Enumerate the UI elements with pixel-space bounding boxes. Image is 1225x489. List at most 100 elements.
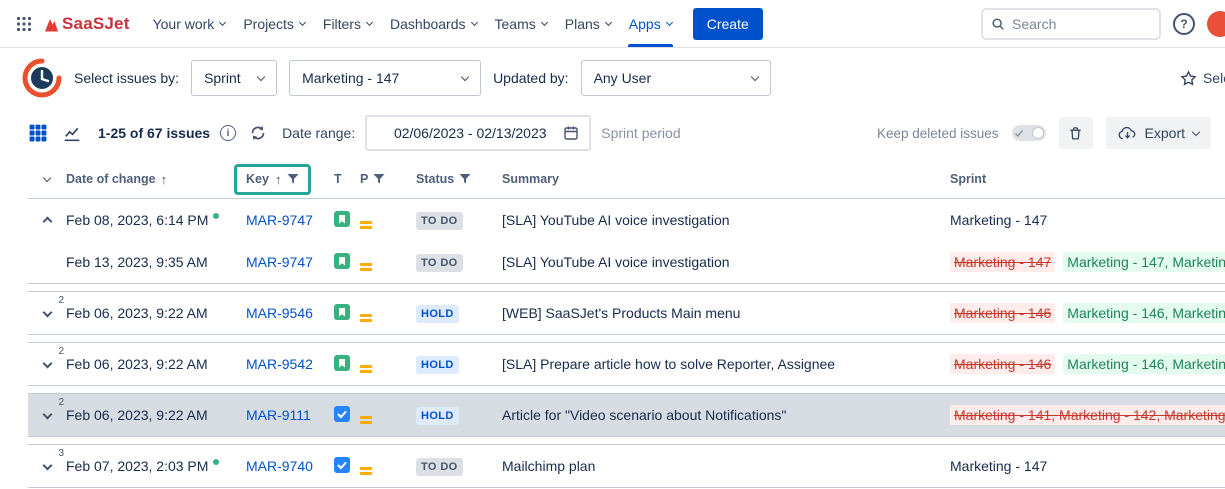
nav-label: Teams <box>495 16 536 32</box>
nav-item-dashboards[interactable]: Dashboards <box>381 0 486 47</box>
saved-filters-button[interactable]: Sele <box>1180 70 1225 86</box>
chevron-down-icon <box>541 19 548 26</box>
toggle-knob <box>1032 127 1044 139</box>
date-range-label: Date range: <box>282 125 355 141</box>
sprint-period-label: Sprint period <box>601 125 680 141</box>
star-icon <box>1180 70 1196 86</box>
chevron-down-icon <box>257 73 265 81</box>
keep-deleted-toggle[interactable] <box>1012 125 1046 141</box>
search-icon <box>991 17 1005 31</box>
updated-by-select[interactable]: Any User <box>581 60 771 96</box>
expand-chevron-icon[interactable] <box>42 409 52 419</box>
table-row[interactable]: Feb 08, 2023, 6:14 PM MAR-9747 TO DO [SL… <box>28 199 1225 241</box>
create-button[interactable]: Create <box>693 8 763 40</box>
expand-chevron-icon[interactable] <box>42 460 52 470</box>
sprint-cell: Marketing - 146 Marketing - 146, Marketi… <box>950 292 1225 334</box>
delete-button[interactable] <box>1059 117 1093 149</box>
task-icon <box>334 457 350 473</box>
sort-ascending-icon[interactable] <box>275 172 282 187</box>
nav-item-filters[interactable]: Filters <box>314 0 381 47</box>
date-range-input[interactable]: 02/06/2023 - 02/13/2023 <box>365 115 591 151</box>
chevron-down-icon <box>605 19 612 26</box>
header-key[interactable]: Key <box>246 172 269 186</box>
nav-label: Filters <box>323 16 361 32</box>
check-icon <box>1014 128 1024 138</box>
table-row[interactable]: 3 Feb 07, 2023, 2:03 PM MAR-9740 TO DO M… <box>28 445 1225 487</box>
change-date: Feb 07, 2023, 2:03 PM <box>66 458 208 474</box>
brand-name: SaaSJet <box>62 14 130 34</box>
issue-key-link[interactable]: MAR-9747 <box>246 212 313 228</box>
nav-item-plans[interactable]: Plans <box>556 0 620 47</box>
app-switcher-icon[interactable] <box>8 8 40 40</box>
story-icon <box>334 253 350 269</box>
issue-history-app-logo <box>22 58 62 98</box>
notification-avatar[interactable] <box>1207 11 1225 37</box>
issue-key-link[interactable]: MAR-9546 <box>246 305 313 321</box>
nav-label: Your work <box>153 16 215 32</box>
table-row[interactable]: 2 Feb 06, 2023, 9:22 AM MAR-9111 HOLD Ar… <box>28 394 1225 436</box>
issue-group: 3 Feb 07, 2023, 2:03 PM MAR-9740 TO DO M… <box>28 444 1225 488</box>
nav-item-your-work[interactable]: Your work <box>144 0 235 47</box>
sort-ascending-icon[interactable] <box>161 172 168 187</box>
header-type[interactable]: T <box>334 172 360 186</box>
priority-medium-icon <box>360 263 372 272</box>
date-range-value: 02/06/2023 - 02/13/2023 <box>377 125 563 141</box>
search-input[interactable] <box>1012 16 1151 32</box>
table-row[interactable]: 2 Feb 06, 2023, 9:22 AM MAR-9546 HOLD [W… <box>28 292 1225 334</box>
task-icon <box>334 406 350 422</box>
issue-summary: [WEB] SaaSJet's Products Main menu <box>502 305 740 321</box>
issue-key-link[interactable]: MAR-9747 <box>246 254 313 270</box>
top-nav: SaaSJet Your work Projects Filters Dashb… <box>0 0 1225 48</box>
header-priority[interactable]: P <box>360 172 416 186</box>
chevron-down-icon <box>366 19 373 26</box>
export-label: Export <box>1145 125 1185 141</box>
saasjet-logo[interactable]: SaaSJet <box>42 14 130 34</box>
story-icon <box>334 304 350 320</box>
issue-summary: [SLA] YouTube AI voice investigation <box>502 254 730 270</box>
priority-medium-icon <box>360 416 372 425</box>
priority-medium-icon <box>360 467 372 476</box>
export-button[interactable]: Export <box>1106 117 1211 149</box>
issue-key-link[interactable]: MAR-9740 <box>246 458 313 474</box>
nav-item-teams[interactable]: Teams <box>486 0 556 47</box>
refresh-icon[interactable] <box>250 125 266 141</box>
sprint-select-value: Marketing - 147 <box>302 70 399 86</box>
sprint-added-value: Marketing - 147, Marketing - 148 <box>1063 252 1225 272</box>
issue-selector-dropdown[interactable]: Sprint <box>191 60 277 96</box>
status-badge: HOLD <box>416 356 459 374</box>
nav-item-projects[interactable]: Projects <box>234 0 314 47</box>
header-date-of-change[interactable]: Date of change <box>66 172 246 187</box>
issue-key-link[interactable]: MAR-9111 <box>246 407 311 423</box>
story-icon <box>334 355 350 371</box>
table-row[interactable]: Feb 13, 2023, 9:35 AM MAR-9747 TO DO [SL… <box>28 241 1225 283</box>
calendar-icon[interactable] <box>563 125 579 141</box>
nav-item-apps[interactable]: Apps <box>620 0 681 47</box>
filter-funnel-icon[interactable] <box>287 173 299 185</box>
issue-summary: [SLA] Prepare article how to solve Repor… <box>502 356 835 372</box>
collapse-all-chevron-icon[interactable] <box>43 174 51 182</box>
issue-history-table: Date of change Key T P Status Summary Sp… <box>28 160 1225 488</box>
expand-chevron-icon[interactable] <box>42 358 52 368</box>
table-view-button[interactable] <box>26 121 50 145</box>
filter-funnel-icon[interactable] <box>459 173 471 185</box>
chart-view-button[interactable] <box>60 121 84 145</box>
search-box[interactable] <box>981 8 1161 40</box>
header-summary[interactable]: Summary <box>502 172 950 186</box>
help-icon[interactable] <box>1173 13 1195 35</box>
header-sprint[interactable]: Sprint <box>950 172 1225 186</box>
updated-by-label: Updated by: <box>493 70 569 86</box>
filter-funnel-icon[interactable] <box>373 173 385 185</box>
expand-chevron-icon[interactable] <box>42 307 52 317</box>
priority-medium-icon <box>360 365 372 374</box>
group-count: 3 <box>58 448 64 459</box>
info-icon[interactable] <box>220 125 236 141</box>
collapse-chevron-icon[interactable] <box>42 217 52 227</box>
header-status[interactable]: Status <box>416 172 502 186</box>
table-row[interactable]: 2 Feb 06, 2023, 9:22 AM MAR-9542 HOLD [S… <box>28 343 1225 385</box>
chevron-down-icon <box>219 19 226 26</box>
issue-key-link[interactable]: MAR-9542 <box>246 356 313 372</box>
issue-summary: [SLA] YouTube AI voice investigation <box>502 212 730 228</box>
change-date: Feb 06, 2023, 9:22 AM <box>66 407 208 423</box>
sprint-select[interactable]: Marketing - 147 <box>289 60 481 96</box>
saasjet-flame-icon <box>42 16 58 32</box>
